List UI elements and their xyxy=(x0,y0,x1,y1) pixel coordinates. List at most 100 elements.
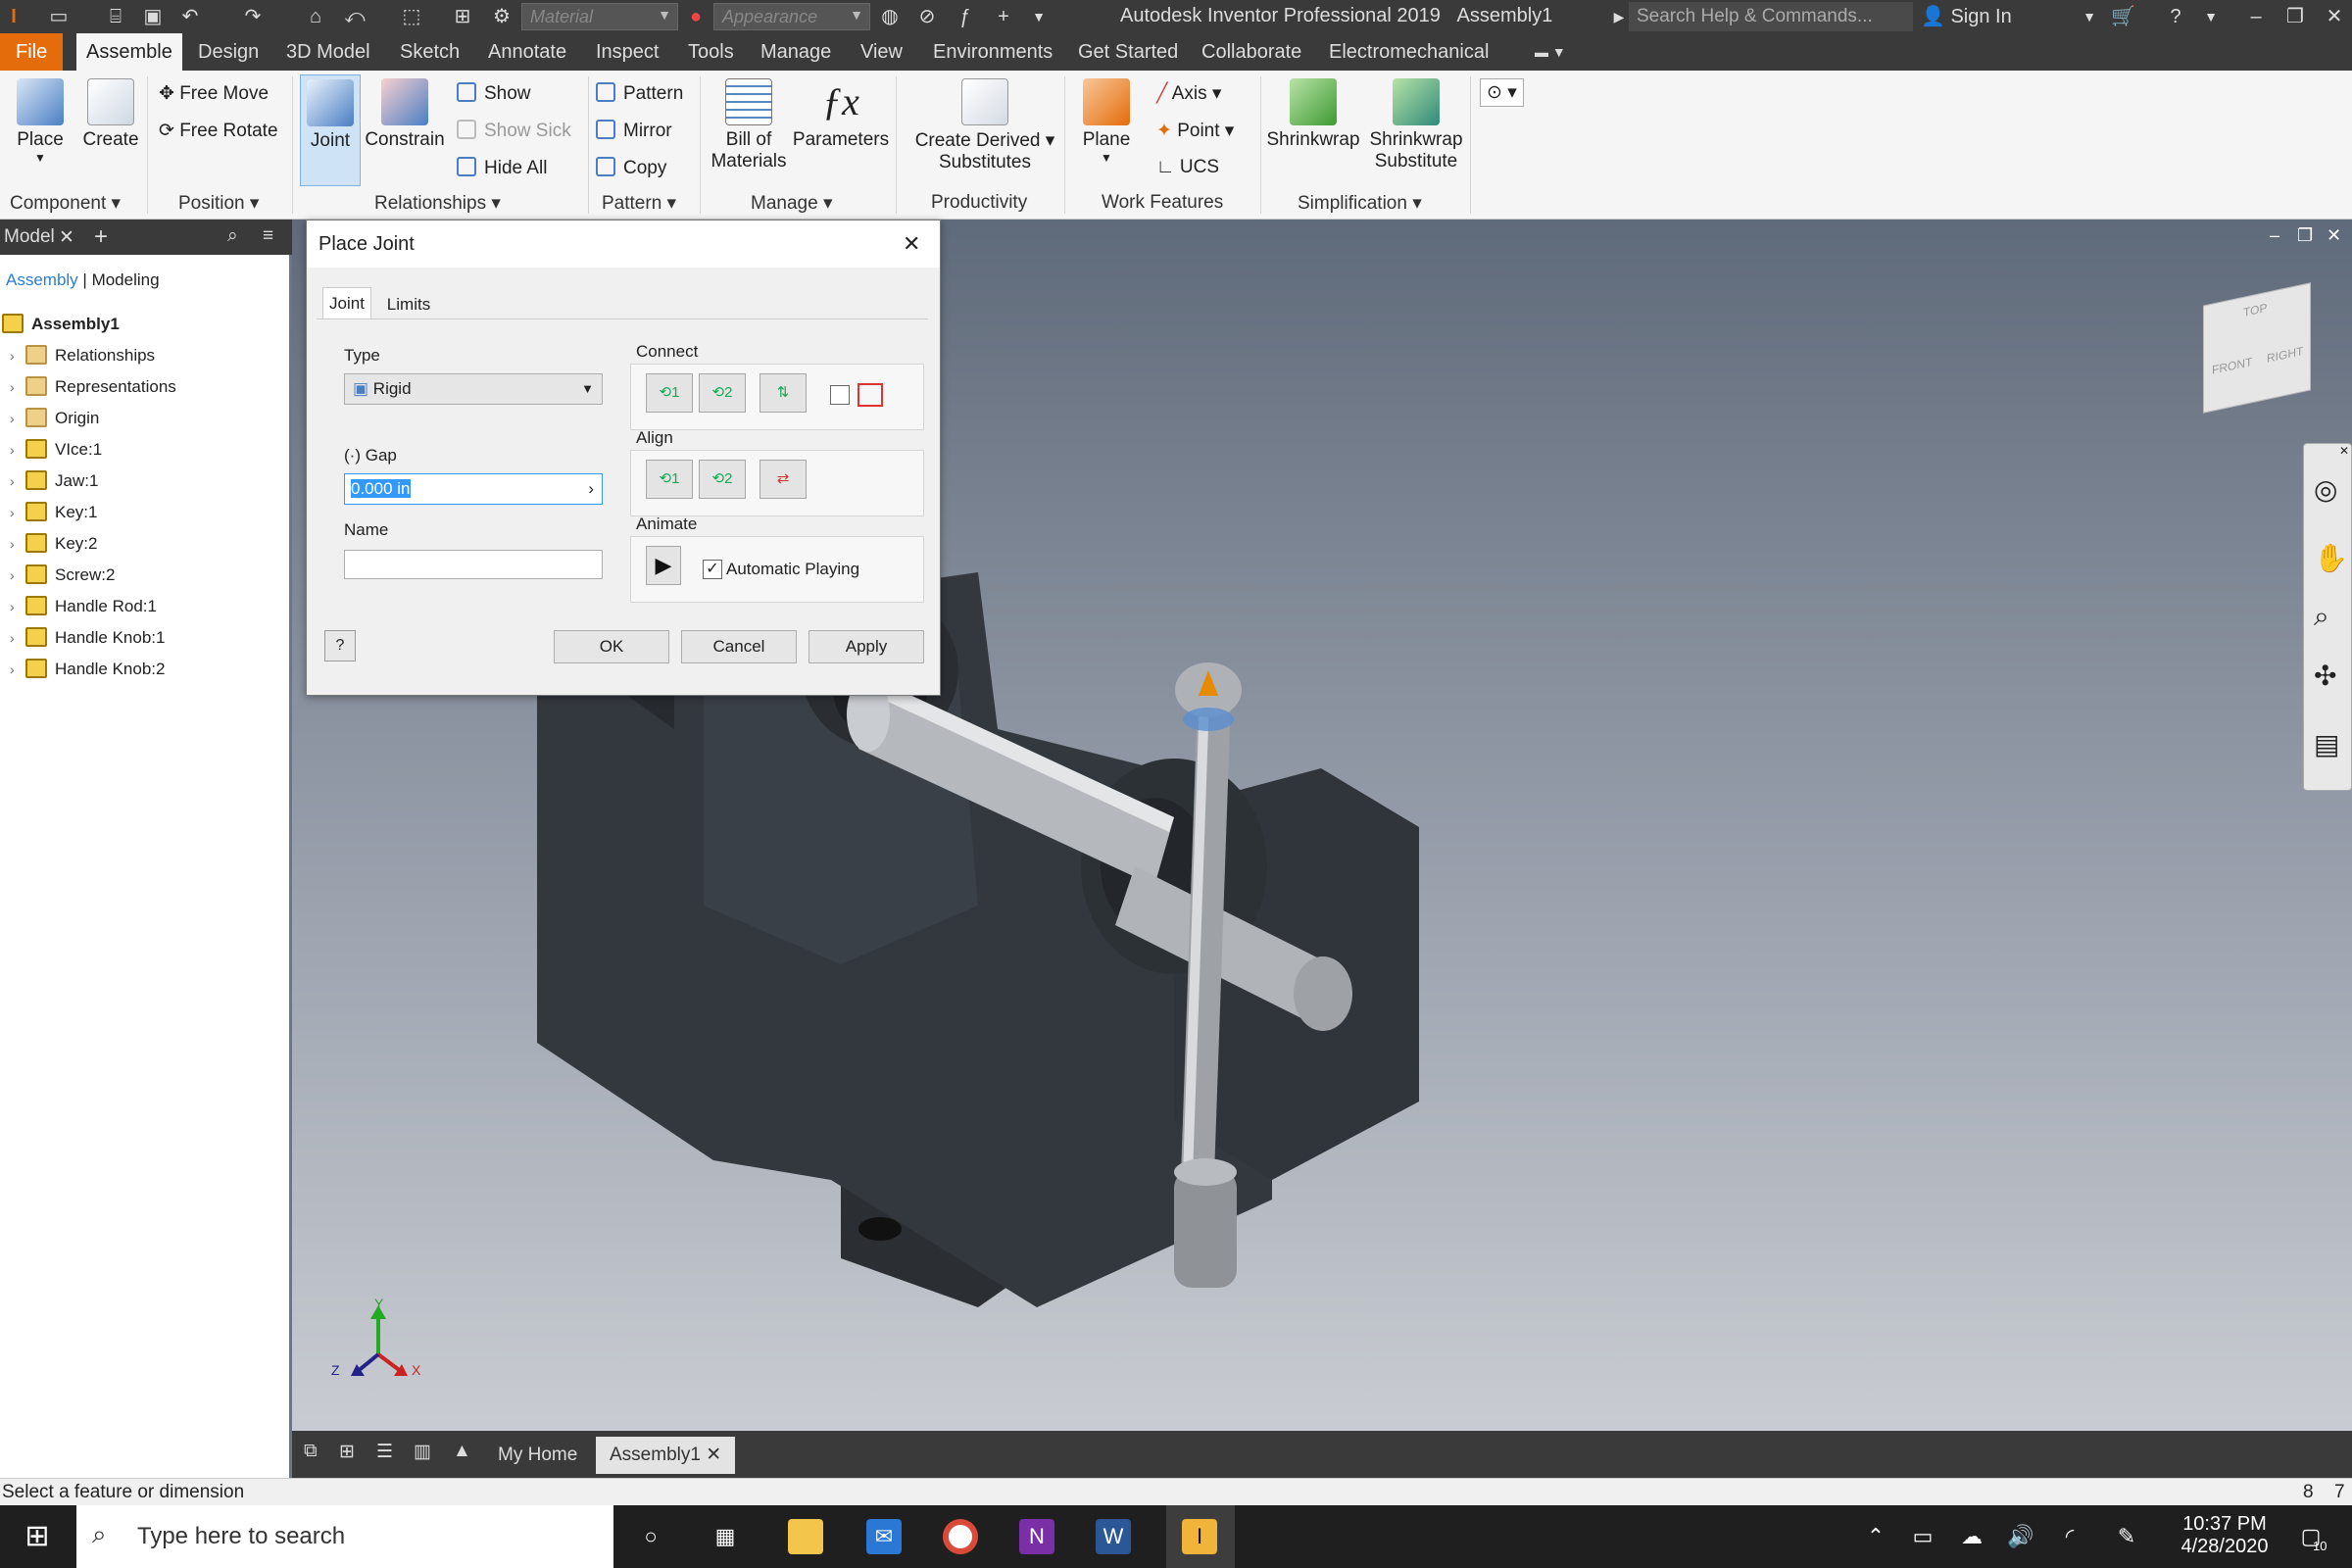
tab-manage[interactable]: Manage xyxy=(751,33,841,71)
customize-icon[interactable]: ▼ xyxy=(1027,5,1051,28)
gap-input[interactable]: 0.000 in › xyxy=(344,473,603,505)
tab-sketch[interactable]: Sketch xyxy=(390,33,469,71)
tree-item-handle-knob-2[interactable]: › Handle Knob:2 xyxy=(10,659,165,688)
cart-icon[interactable]: 🛒 xyxy=(2111,5,2135,28)
tree-item-handle-rod[interactable]: › Handle Rod:1 xyxy=(10,596,157,625)
add-tab-icon[interactable]: + xyxy=(94,223,108,251)
tree-item-origin[interactable]: › Origin xyxy=(10,408,99,437)
mail-icon[interactable]: ✉ xyxy=(866,1519,902,1554)
hide-all-button[interactable]: Hide All xyxy=(457,157,547,179)
assembly-view-link[interactable]: Assembly xyxy=(6,270,78,289)
viewport-minimize-icon[interactable]: – xyxy=(2270,225,2279,246)
plane-button[interactable]: Plane ▼ xyxy=(1074,78,1139,165)
tab-tools[interactable]: Tools xyxy=(678,33,744,71)
tree-item-handle-knob-1[interactable]: › Handle Knob:1 xyxy=(10,627,165,657)
expand-icon[interactable]: › xyxy=(10,630,25,646)
cancel-button[interactable]: Cancel xyxy=(681,630,797,663)
file-explorer-icon[interactable] xyxy=(788,1519,823,1554)
expand-icon[interactable]: › xyxy=(10,536,25,552)
save-icon[interactable]: ▣ xyxy=(141,5,165,28)
ribbon-options-icon[interactable]: ▬ ▼ xyxy=(1525,33,1576,71)
modeling-view-link[interactable]: Modeling xyxy=(92,270,160,289)
material-combo[interactable]: Material ▼ xyxy=(521,3,678,30)
viewport-restore-icon[interactable]: ❐ xyxy=(2297,225,2313,246)
onedrive-icon[interactable]: ☁ xyxy=(1954,1519,1989,1554)
expand-icon[interactable]: › xyxy=(10,473,25,489)
relationships-panel-label[interactable]: Relationships ▾ xyxy=(374,192,501,215)
expand-icon[interactable]: › xyxy=(10,411,25,426)
expand-icon[interactable]: › xyxy=(10,442,25,458)
home-icon[interactable]: ⌂ xyxy=(304,5,327,28)
return-icon[interactable]: ⤺ xyxy=(343,5,367,28)
expand-icon[interactable]: › xyxy=(10,599,25,614)
connect-checkbox[interactable] xyxy=(830,385,850,405)
chevron-up-icon[interactable]: ⌃ xyxy=(1858,1519,1893,1554)
name-input[interactable] xyxy=(344,550,603,579)
free-rotate-button[interactable]: ⟳ Free Rotate xyxy=(159,120,278,142)
help-icon[interactable]: ? xyxy=(2164,5,2187,28)
tab-annotate[interactable]: Annotate xyxy=(478,33,576,71)
pen-icon[interactable]: ✎ xyxy=(2109,1519,2144,1554)
constrain-button[interactable]: Constrain xyxy=(365,78,445,151)
parameters-button[interactable]: ƒx Parameters xyxy=(792,78,890,151)
expand-icon[interactable]: › xyxy=(10,379,25,395)
align-1-button[interactable]: ⟲1 xyxy=(646,460,693,499)
tab-file[interactable]: File xyxy=(0,33,64,71)
color-override-icon[interactable]: ◍ xyxy=(878,5,902,28)
position-panel-label[interactable]: Position ▾ xyxy=(178,192,259,215)
tree-item-key-1[interactable]: › Key:1 xyxy=(10,502,97,531)
windows-start-icon[interactable]: ⊞ xyxy=(20,1519,55,1554)
align-2-button[interactable]: ⟲2 xyxy=(699,460,746,499)
shrinkwrap-button[interactable]: Shrinkwrap xyxy=(1264,78,1362,151)
simplification-panel-label[interactable]: Simplification ▾ xyxy=(1298,192,1422,215)
tree-item-representations[interactable]: › Representations xyxy=(10,376,176,406)
restore-icon[interactable]: ❐ xyxy=(2283,5,2307,28)
expand-icon[interactable]: › xyxy=(10,505,25,520)
joint-button[interactable]: Joint xyxy=(300,74,361,186)
zoom-icon[interactable]: ⌕ xyxy=(2314,601,2329,633)
tab-inspect[interactable]: Inspect xyxy=(586,33,668,71)
look-at-icon[interactable]: ▤ xyxy=(2314,728,2339,760)
flip-align-button[interactable]: ⇄ xyxy=(760,460,807,499)
tile-icon[interactable]: ⧉ xyxy=(304,1441,318,1462)
connect-origin-2-button[interactable]: ⟲2 xyxy=(699,373,746,413)
horizontal-split-icon[interactable]: ☰ xyxy=(376,1441,393,1463)
tab-get-started[interactable]: Get Started xyxy=(1068,33,1188,71)
place-button[interactable]: Place ▼ xyxy=(10,78,71,165)
search-icon[interactable]: ⌕ xyxy=(227,225,238,247)
pattern-button[interactable]: Pattern xyxy=(596,82,683,105)
automatic-playing-checkbox[interactable]: ✓ xyxy=(703,560,722,579)
ribbon-customize-button[interactable]: ⊙ ▾ xyxy=(1480,78,1524,107)
component-panel-label[interactable]: Component ▾ xyxy=(10,192,121,215)
clock[interactable]: 10:37 PM 4/28/2020 xyxy=(2166,1513,2283,1558)
viewcube-front[interactable]: FRONT xyxy=(2212,355,2252,377)
expand-icon[interactable]: › xyxy=(10,348,25,364)
measure-icon[interactable]: ⊞ xyxy=(451,5,474,28)
copy-button[interactable]: Copy xyxy=(596,157,666,179)
connect-origin-1-button[interactable]: ⟲1 xyxy=(646,373,693,413)
tab-3d-model[interactable]: 3D Model xyxy=(276,33,380,71)
plus-icon[interactable]: + xyxy=(992,5,1015,28)
volume-icon[interactable]: 🔊 xyxy=(2003,1519,2038,1554)
navbar-close-icon[interactable]: ✕ xyxy=(2339,444,2349,458)
expand-icon[interactable]: › xyxy=(10,662,25,677)
collapse-icon[interactable]: ▲ xyxy=(453,1441,471,1462)
menu-icon[interactable]: ≡ xyxy=(263,225,273,247)
tab-limits[interactable]: Limits xyxy=(379,287,438,318)
redo-icon[interactable]: ↷ xyxy=(241,5,265,28)
viewport-close-icon[interactable]: ✕ xyxy=(2327,225,2341,246)
tab-environments[interactable]: Environments xyxy=(923,33,1062,71)
grid-icon[interactable]: ⊞ xyxy=(339,1441,355,1463)
apply-button[interactable]: Apply xyxy=(808,630,924,663)
pattern-panel-label[interactable]: Pattern ▾ xyxy=(602,192,676,215)
clear-override-icon[interactable]: ⊘ xyxy=(915,5,939,28)
model-tab[interactable]: Model xyxy=(4,226,55,248)
pan-icon[interactable]: ✋ xyxy=(2314,542,2348,574)
type-select[interactable]: ▣ Rigid ▼ xyxy=(344,373,603,405)
search-help-input[interactable]: Search Help & Commands... xyxy=(1629,2,1913,31)
chrome-icon[interactable] xyxy=(943,1519,978,1554)
wifi-icon[interactable]: ◜ xyxy=(2052,1519,2087,1554)
chevron-right-icon[interactable]: ▶ xyxy=(1607,5,1631,28)
tab-assembly1[interactable]: Assembly1 ✕ xyxy=(596,1437,736,1474)
play-button[interactable]: ▶ xyxy=(646,546,681,585)
